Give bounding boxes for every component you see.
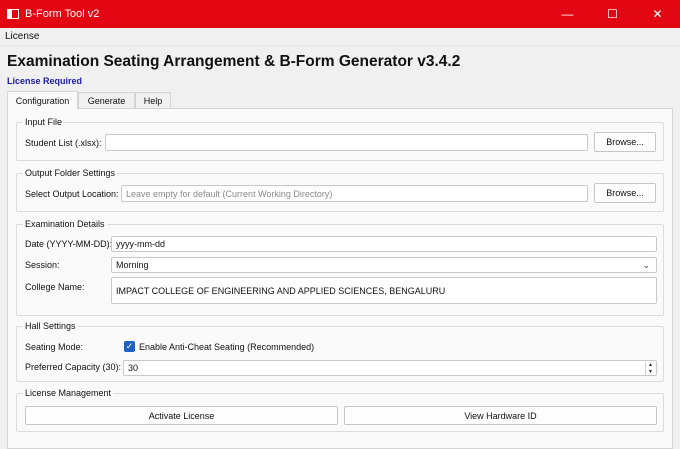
capacity-spinbox[interactable]: 30 ▲ ▼ [123,360,657,376]
exam-details-group: Examination Details Date (YYYY-MM-DD): y… [16,219,664,316]
date-label: Date (YYYY-MM-DD): [25,239,113,249]
output-location-input[interactable]: Leave empty for default (Current Working… [121,185,588,202]
spin-down-icon[interactable]: ▼ [646,369,655,376]
window-title: B-Form Tool v2 [25,8,100,20]
license-status-label: License Required [7,76,83,86]
anti-cheat-label[interactable]: Enable Anti-Cheat Seating (Recommended) [139,341,314,353]
title-bar: B-Form Tool v2 — ☐ ✕ [0,0,680,28]
view-hardware-id-button[interactable]: View Hardware ID [344,406,657,425]
spin-buttons[interactable]: ▲ ▼ [645,362,655,376]
activate-license-button[interactable]: Activate License [25,406,338,425]
configuration-panel: Input File Student List (.xlsx): Browse.… [7,108,673,449]
session-label: Session: [25,260,60,270]
anti-cheat-checkbox[interactable]: ✓ [124,341,135,352]
main-content: Examination Seating Arrangement & B-Form… [0,46,680,449]
tab-help[interactable]: Help [135,92,171,109]
student-list-label: Student List (.xlsx): [25,138,102,148]
tab-configuration[interactable]: Configuration [7,91,78,109]
chevron-down-icon: ⌄ [642,260,650,270]
maximize-button[interactable]: ☐ [590,0,635,28]
browse-student-list-button[interactable]: Browse... [594,132,656,152]
window-controls: — ☐ ✕ [545,0,680,28]
session-value: Morning [116,260,149,270]
page-title: Examination Seating Arrangement & B-Form… [7,53,461,70]
app-icon [7,9,19,19]
college-name-input[interactable]: IMPACT COLLEGE OF ENGINEERING AND APPLIE… [111,277,657,304]
student-list-input[interactable] [105,134,588,151]
seating-mode-label: Seating Mode: [25,342,84,352]
date-input[interactable]: yyyy-mm-dd [111,236,657,252]
group-title: Hall Settings [23,321,78,332]
group-title: Examination Details [23,219,107,230]
tab-generate[interactable]: Generate [78,92,135,109]
menu-bar: License [0,28,680,46]
checkmark-icon: ✓ [125,341,134,351]
close-button[interactable]: ✕ [635,0,680,28]
capacity-label: Preferred Capacity (30): [25,362,122,372]
minimize-button[interactable]: — [545,0,590,28]
hall-settings-group: Hall Settings Seating Mode: ✓ Enable Ant… [16,321,664,382]
output-location-label: Select Output Location: [25,189,119,199]
license-management-group: License Management Activate License View… [16,388,664,432]
menu-license[interactable]: License [5,31,39,42]
spin-up-icon[interactable]: ▲ [646,362,655,369]
session-select[interactable]: Morning ⌄ [111,257,657,273]
browse-output-button[interactable]: Browse... [594,183,656,203]
capacity-value: 30 [128,363,139,373]
college-name-label: College Name: [25,282,85,292]
group-title: License Management [23,388,114,399]
input-file-group: Input File Student List (.xlsx): Browse.… [16,117,664,161]
group-title: Input File [23,117,65,128]
output-folder-group: Output Folder Settings Select Output Loc… [16,168,664,212]
group-title: Output Folder Settings [23,168,118,179]
